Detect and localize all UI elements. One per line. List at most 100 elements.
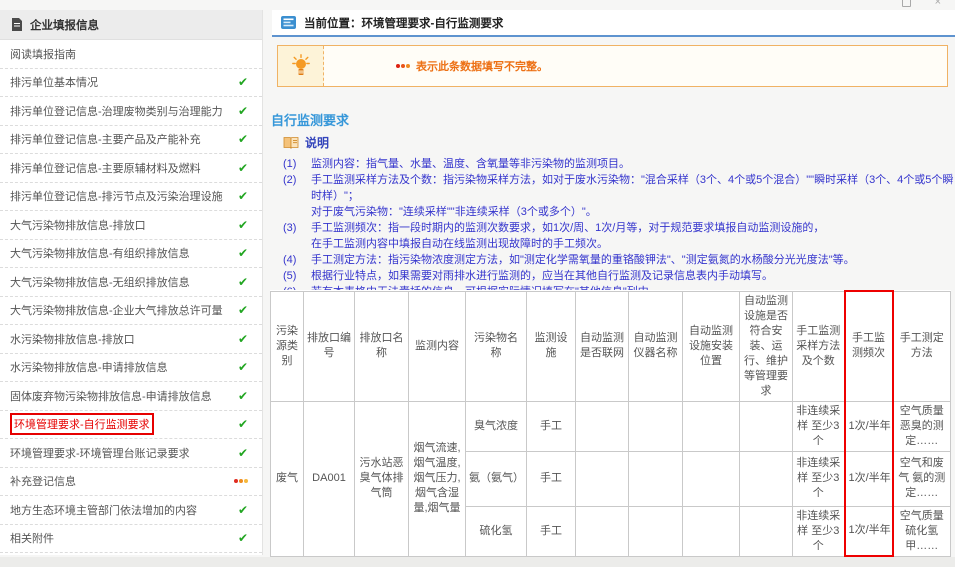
table-cell: 非连续采样 至少3个 <box>792 505 845 557</box>
instruction-note: (1) 监测内容：指气量、水量、温度、含氧量等非污染物的监测项目。 <box>283 156 955 172</box>
column-header: 手工测定方法 <box>892 290 951 402</box>
notice-body: 表示此条数据填写不完整。 <box>324 46 548 86</box>
sidebar-item[interactable]: 排污单位登记信息-主要产品及产能补充 ✔ <box>0 126 262 154</box>
check-icon: ✔ <box>237 417 248 432</box>
sidebar-item-label: 排污单位登记信息-主要产品及产能补充 <box>10 134 201 147</box>
sidebar-item-label: 地方生态环境主管部门依法增加的内容 <box>10 504 197 517</box>
sidebar-item-label: 排污单位登记信息-治理废物类别与治理能力 <box>10 105 223 118</box>
sidebar-item-label: 大气污染物排放信息-有组织排放信息 <box>10 248 190 261</box>
sidebar: 企业填报信息 阅读填报指南 排污单位基本情况 ✔ 排污单位登记信息-治理废物类别与治理… <box>0 10 263 555</box>
check-icon: ✔ <box>237 303 248 318</box>
table-cell: 1次/半年 <box>843 400 894 452</box>
table-cell: 1次/半年 <box>843 505 894 557</box>
sidebar-item[interactable]: 相关附件 ✔ <box>0 525 262 553</box>
form-icon <box>281 16 296 29</box>
column-header: 污染源类别 <box>270 290 304 402</box>
breadcrumb: 当前位置：环境管理要求-自行监测要求 <box>272 10 955 37</box>
document-icon <box>12 18 22 31</box>
table-cell <box>682 450 740 507</box>
sidebar-item[interactable]: 大气污染物排放信息-有组织排放信息 ✔ <box>0 240 262 268</box>
table-cell <box>628 505 683 557</box>
sidebar-item[interactable]: 排污单位登记信息-主要原辅材料及燃料 ✔ <box>0 154 262 183</box>
breadcrumb-text: 当前位置：环境管理要求-自行监测要求 <box>304 17 504 30</box>
sidebar-item-label: 排污单位登记信息-排污节点及污染治理设施 <box>10 191 223 204</box>
sidebar-item[interactable]: 补充登记信息 <box>0 468 262 496</box>
sidebar-header: 企业填报信息 <box>0 10 262 40</box>
section-title: 自行监测要求 <box>271 113 350 128</box>
table-cell <box>628 400 683 452</box>
sidebar-item[interactable]: 水污染物排放信息-申请排放信息 ✔ <box>0 354 262 382</box>
column-header: 自动监测是否联网 <box>575 290 629 402</box>
sidebar-item[interactable]: 阅读填报指南 <box>0 40 262 69</box>
table-cell: 硫化氢 <box>465 505 527 557</box>
note-number: (2) <box>283 174 297 186</box>
sidebar-item-label: 大气污染物排放信息-企业大气排放总许可量 <box>10 305 223 318</box>
sidebar-item-label: 大气污染物排放信息-排放口 <box>10 219 146 232</box>
column-header: 自动监测设施安装位置 <box>682 290 740 402</box>
table-cell: 非连续采样 至少3个 <box>792 450 845 507</box>
sidebar-item-label: 相关附件 <box>10 533 54 546</box>
check-icon: ✔ <box>237 531 248 546</box>
sidebar-item[interactable]: 环境管理要求-自行监测要求 ✔ <box>0 411 262 439</box>
main-panel: 当前位置：环境管理要求-自行监测要求 表示此条数据填写不完整。 自行监测要求 说… <box>264 0 955 567</box>
note-number: (3) <box>283 222 297 234</box>
instruction-note: (2) 手工监测采样方法及个数：指污染物采样方法，如对于废水污染物："混合采样（3… <box>283 172 955 220</box>
check-icon: ✔ <box>237 132 248 147</box>
book-icon <box>283 136 299 149</box>
instruction-note: (5) 根据行业特点，如果需要对雨排水进行监测的，应当在其他自行监测及记录信息表内… <box>283 268 955 284</box>
sidebar-item-label: 水污染物排放信息-排放口 <box>10 333 135 346</box>
table-cell: 空气质量 硫化氢 甲…… <box>892 505 951 557</box>
table-header-row: 污染源类别 排放口编号 排放口名称 监测内容 污染物名称 监测设施 自动监测是否联网 自动监测… <box>270 290 951 402</box>
check-icon: ✔ <box>237 103 248 118</box>
sidebar-item[interactable]: 大气污染物排放信息-企业大气排放总许可量 ✔ <box>0 297 262 325</box>
table-cell <box>739 450 793 507</box>
table-cell <box>682 400 740 452</box>
note-text: 手工测定方法：指污染物浓度测定方法，如"测定化学需氧量的重铬酸钾法"、"测定氨氮… <box>311 254 855 266</box>
sidebar-item-label: 排污单位基本情况 <box>10 77 98 90</box>
check-icon: ✔ <box>237 445 248 460</box>
sidebar-item[interactable]: 固体废弃物污染物排放信息-申请排放信息 ✔ <box>0 382 262 411</box>
sidebar-item-label: 排污单位登记信息-主要原辅材料及燃料 <box>10 162 201 175</box>
note-number: (4) <box>283 254 297 266</box>
sidebar-item-label: 补充登记信息 <box>10 476 76 489</box>
column-header: 自动监测仪器名称 <box>628 290 683 402</box>
sidebar-item[interactable]: 地方生态环境主管部门依法增加的内容 ✔ <box>0 496 262 525</box>
lightbulb-icon <box>291 54 310 75</box>
check-icon: ✔ <box>237 502 248 517</box>
note-text: 手工监测采样方法及个数：指污染物采样方法，如对于废水污染物："混合采样（3个、4… <box>311 174 954 218</box>
table-cell <box>682 505 740 557</box>
sidebar-item-label: 固体废弃物污染物排放信息-申请排放信息 <box>10 390 212 403</box>
table-cell <box>628 450 683 507</box>
note-number: (1) <box>283 158 297 170</box>
table-cell: 空气和废气 氨的测定…… <box>892 450 951 507</box>
sidebar-item-label: 大气污染物排放信息-无组织排放信息 <box>10 276 190 289</box>
table-cell <box>575 450 629 507</box>
note-number: (5) <box>283 270 297 282</box>
instruction-notes: (1) 监测内容：指气量、水量、温度、含氧量等非污染物的监测项目。 (2) 手工监测采… <box>283 156 955 300</box>
monitoring-table-wrap: 污染源类别 排放口编号 排放口名称 监测内容 污染物名称 监测设施 自动监测是否联网 自动监测… <box>270 290 951 557</box>
sidebar-nav: 阅读填报指南 排污单位基本情况 ✔ 排污单位登记信息-治理废物类别与治理能力 ✔ 排污单位… <box>0 40 262 553</box>
sidebar-item-label: 环境管理要求-环境管理台账记录要求 <box>10 447 190 460</box>
sidebar-item[interactable]: 环境管理要求-环境管理台账记录要求 ✔ <box>0 439 262 468</box>
sidebar-item[interactable]: 排污单位登记信息-排污节点及污染治理设施 ✔ <box>0 183 262 211</box>
table-cell <box>575 505 629 557</box>
table-cell: 1次/半年 <box>843 450 894 507</box>
table-cell: 污水站恶臭气体排气筒 <box>354 400 409 557</box>
table-row: 废气 DA001 污水站恶臭气体排气筒 烟气流速,烟气温度,烟气压力,烟气含湿量,烟气… <box>270 400 951 557</box>
sidebar-item-label: 环境管理要求-自行监测要求 <box>10 413 154 436</box>
instruction-note: (3) 手工监测频次：指一段时期内的监测次数要求，如1次/周、1次/月等，对于规范… <box>283 220 955 252</box>
incomplete-notice: 表示此条数据填写不完整。 <box>277 45 948 87</box>
check-icon: ✔ <box>237 246 248 261</box>
table-cell: 氨（氨气） <box>465 450 527 507</box>
sidebar-item[interactable]: 排污单位基本情况 ✔ <box>0 69 262 97</box>
table-cell: 非连续采样 至少3个 <box>792 400 845 452</box>
incomplete-marker-icon <box>396 64 410 68</box>
sidebar-item[interactable]: 水污染物排放信息-排放口 ✔ <box>0 325 262 354</box>
table-cell: 废气 <box>270 400 304 557</box>
sidebar-item[interactable]: 大气污染物排放信息-无组织排放信息 ✔ <box>0 268 262 297</box>
column-header: 自动监测设施是否符合安装、运行、维护等管理要求 <box>739 290 793 402</box>
note-text: 根据行业特点，如果需要对雨排水进行监测的，应当在其他自行监测及记录信息表内手动填… <box>311 270 773 282</box>
sidebar-item[interactable]: 大气污染物排放信息-排放口 ✔ <box>0 211 262 240</box>
sidebar-item[interactable]: 排污单位登记信息-治理废物类别与治理能力 ✔ <box>0 97 262 126</box>
column-header: 监测设施 <box>526 290 576 402</box>
